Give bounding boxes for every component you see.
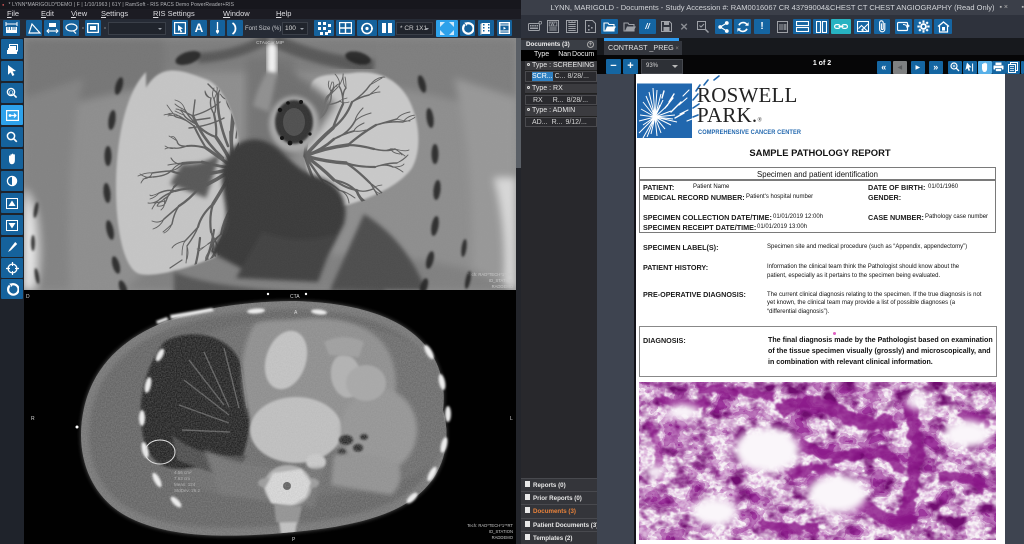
svg-text:Tech: RAD*TECH*1**RT: Tech: RAD*TECH*1**RT [467, 272, 513, 277]
svg-text:RADDEMO: RADDEMO [492, 284, 514, 289]
svg-text:StdDev: 26.2: StdDev: 26.2 [174, 488, 201, 493]
svg-text:7.63 cm: 7.63 cm [174, 476, 190, 481]
svg-text:D: D [26, 294, 30, 300]
svg-text:W: W [550, 22, 555, 27]
svg-text:R: R [31, 416, 35, 422]
svg-text:Mean: 124: Mean: 124 [174, 482, 196, 487]
svg-text:ID_STATION: ID_STATION [489, 278, 513, 283]
svg-text:CTAoCor MIP: CTAoCor MIP [256, 40, 284, 45]
svg-text:RADDEMO: RADDEMO [492, 535, 514, 540]
svg-text:L: L [510, 416, 513, 422]
svg-text:Tech: RAD*TECH*1**RT: Tech: RAD*TECH*1**RT [467, 523, 513, 528]
svg-text:CTA: CTA [290, 294, 300, 300]
svg-text:Q: Q [9, 90, 14, 96]
svg-text:4.56 cm²: 4.56 cm² [174, 470, 192, 475]
svg-text:ID_STATION: ID_STATION [489, 529, 513, 534]
